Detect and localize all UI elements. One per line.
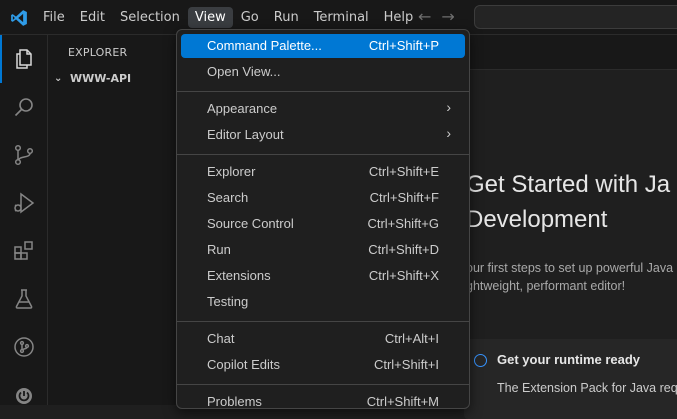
menu-item-shortcut: Ctrl+Shift+D [368, 242, 439, 257]
menu-item-source-control[interactable]: Source Control Ctrl+Shift+G [181, 212, 465, 236]
activity-testing[interactable] [0, 275, 48, 323]
menu-item-label: Source Control [207, 216, 294, 231]
workspace-folder[interactable]: ⌄ WWW-API [54, 72, 131, 85]
menu-item-label: Appearance [207, 101, 278, 116]
menu-item-shortcut: Ctrl+Alt+I [384, 331, 439, 346]
step-description: The Extension Pack for Java requ [497, 381, 677, 395]
navigation-arrows: ← → [418, 8, 455, 26]
menu-item-shortcut: Ctrl+Shift+E [368, 164, 439, 179]
flask-icon [15, 289, 33, 309]
menu-item-chat[interactable]: Chat Ctrl+Alt+I [181, 327, 465, 351]
menu-item-testing[interactable]: Testing [181, 290, 465, 314]
activity-source-control[interactable] [0, 131, 48, 179]
menu-item-problems[interactable]: Problems Ctrl+Shift+M [181, 390, 465, 409]
menu-item-label: Explorer [207, 164, 256, 179]
menu-separator [177, 154, 469, 155]
menu-item-label: Chat [207, 331, 235, 346]
menu-run[interactable]: Run [267, 7, 306, 28]
walkthrough-step-card[interactable]: Get your runtime ready The Extension Pac… [464, 339, 677, 419]
command-center[interactable] [474, 5, 677, 29]
menu-item-label: Testing [207, 294, 249, 309]
menu-view[interactable]: View [187, 7, 233, 28]
view-menu-dropdown: Command Palette... Ctrl+Shift+P Open View.… [176, 29, 470, 409]
menu-item-copilot-edits[interactable]: Copilot Edits Ctrl+Shift+I [181, 353, 465, 377]
chevron-right-icon: › [446, 99, 451, 115]
git-graph-icon [14, 337, 34, 357]
menu-item-appearance[interactable]: Appearance › [181, 97, 465, 121]
chevron-right-icon: › [446, 125, 451, 141]
menu-item-search[interactable]: Search Ctrl+Shift+F [181, 186, 465, 210]
menu-item-open-view[interactable]: Open View... [181, 60, 465, 84]
menu-item-shortcut: Ctrl+Shift+F [369, 190, 439, 205]
source-control-icon [14, 144, 34, 166]
menu-item-editor-layout[interactable]: Editor Layout › [181, 123, 465, 147]
activity-spring-boot[interactable] [0, 371, 48, 419]
walkthrough-title: Get Started with Ja Development [466, 171, 671, 233]
menu-item-command-palette[interactable]: Command Palette... Ctrl+Shift+P [181, 34, 465, 58]
menu-separator [177, 321, 469, 322]
menu-item-shortcut: Ctrl+Shift+I [373, 357, 439, 372]
menu-file[interactable]: File [36, 7, 72, 28]
activity-extensions[interactable] [0, 227, 48, 275]
explorer-sidebar: EXPLORER ⌄ WWW-API [48, 35, 178, 405]
step-title: Get your runtime ready [497, 352, 641, 367]
activity-bar [0, 35, 48, 405]
activity-explorer[interactable] [0, 35, 48, 83]
menu-item-extensions[interactable]: Extensions Ctrl+Shift+X [181, 264, 465, 288]
radio-circle-icon [474, 354, 487, 367]
menu-terminal[interactable]: Terminal [307, 7, 376, 28]
menu-item-label: Run [207, 242, 231, 257]
menu-item-shortcut: Ctrl+Shift+G [367, 216, 439, 231]
menu-item-label: Copilot Edits [207, 357, 280, 372]
menu-item-label: Open View... [207, 64, 281, 79]
menu-item-run[interactable]: Run Ctrl+Shift+D [181, 238, 465, 262]
workspace-folder-label: WWW-API [70, 72, 132, 85]
walkthrough-subtitle: our first steps to set up powerful Java … [466, 261, 674, 293]
menu-item-shortcut: Ctrl+Shift+P [368, 38, 439, 53]
menu-item-shortcut: Ctrl+Shift+M [366, 394, 439, 409]
menu-item-explorer[interactable]: Explorer Ctrl+Shift+E [181, 160, 465, 184]
menu-separator [177, 384, 469, 385]
menu-go[interactable]: Go [234, 7, 266, 28]
run-debug-icon [14, 192, 35, 214]
menu-item-label: Command Palette... [207, 38, 322, 53]
chevron-down-icon: ⌄ [54, 73, 63, 84]
power-icon [16, 388, 32, 404]
files-icon [16, 49, 32, 69]
activity-run-debug[interactable] [0, 179, 48, 227]
menu-item-label: Search [207, 190, 249, 205]
sidebar-title: EXPLORER [68, 46, 128, 59]
menu-item-label: Problems [207, 394, 262, 409]
menu-selection[interactable]: Selection [113, 7, 187, 28]
vscode-logo-icon [11, 10, 27, 26]
menu-item-label: Extensions [207, 268, 271, 283]
extensions-icon [14, 241, 33, 260]
menu-item-label: Editor Layout [207, 127, 284, 142]
activity-search[interactable] [0, 83, 48, 131]
activity-remote[interactable] [0, 323, 48, 371]
search-icon [14, 98, 33, 117]
menu-help[interactable]: Help [377, 7, 421, 28]
menu-edit[interactable]: Edit [73, 7, 112, 28]
menu-item-shortcut: Ctrl+Shift+X [368, 268, 439, 283]
arrow-left-icon[interactable]: ← [418, 8, 431, 26]
menu-separator [177, 91, 469, 92]
arrow-right-icon[interactable]: → [441, 8, 454, 26]
